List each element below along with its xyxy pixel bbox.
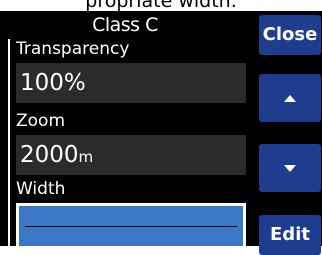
dialog-title: Class C	[92, 14, 158, 36]
close-button[interactable]: Close	[259, 15, 321, 55]
transparency-value: 100%	[20, 70, 86, 96]
transparency-field[interactable]: 100%	[16, 63, 246, 103]
move-up-button[interactable]	[259, 74, 321, 122]
document-caption-fragment: propriate width.	[85, 0, 237, 11]
width-label: Width	[16, 179, 66, 199]
list-scroll-bar[interactable]	[8, 39, 10, 246]
width-field[interactable]	[16, 203, 246, 249]
move-down-button[interactable]	[259, 144, 321, 192]
edit-button[interactable]: Edit	[259, 215, 321, 255]
arrow-down-icon	[284, 164, 296, 172]
arrow-up-icon	[284, 94, 296, 102]
zoom-field[interactable]: 2000m	[16, 135, 246, 175]
zoom-unit: m	[78, 148, 94, 166]
zoom-label: Zoom	[16, 111, 66, 131]
zoom-value: 2000	[20, 142, 79, 168]
side-button-panel: Close Edit	[250, 11, 322, 255]
dialog-screen: Class C Transparency 100% Zoom 2000m Wid…	[0, 11, 250, 249]
transparency-label: Transparency	[16, 39, 130, 59]
line-width-preview	[25, 226, 237, 227]
